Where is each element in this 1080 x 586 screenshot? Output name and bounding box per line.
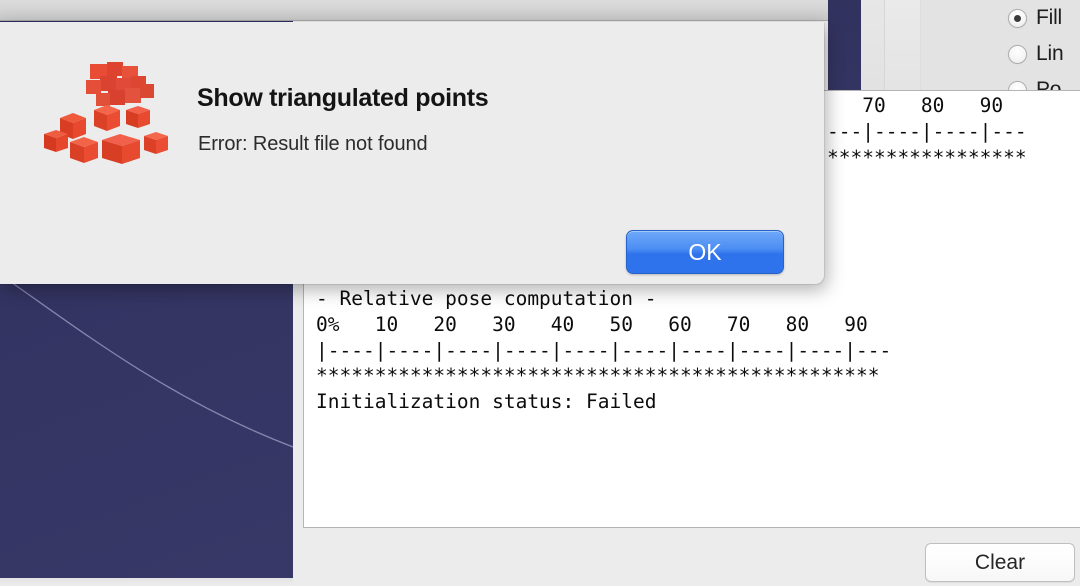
console-occluded-text: 70 80 90 ---|----|----|--- *************… — [827, 94, 1027, 169]
error-dialog: Show triangulated points Error: Result f… — [0, 22, 824, 284]
radio-option-fill-label: Fill — [1036, 6, 1063, 29]
red-cubes-point-cloud-icon — [44, 62, 168, 164]
radio-line-icon[interactable] — [1008, 44, 1027, 64]
radio-option-line-label: Lin — [1036, 42, 1064, 65]
radio-option-line[interactable]: Lin — [1008, 36, 1080, 72]
radio-fill-icon[interactable] — [1008, 8, 1027, 28]
screen: Fill Lin Po 70 80 90 ---|----|----|--- *… — [0, 0, 1080, 586]
dialog-message: Error: Result file not found — [198, 133, 428, 155]
viewport-right-strip — [828, 0, 861, 90]
side-panel-left-column — [861, 0, 885, 90]
clear-button[interactable]: Clear — [925, 543, 1075, 582]
dialog-heading: Show triangulated points — [197, 84, 489, 112]
radio-option-fill[interactable]: Fill — [1008, 0, 1080, 36]
sheet-titlebar — [0, 0, 828, 21]
ok-button[interactable]: OK — [626, 230, 784, 274]
console-output-text: - Relative pose computation - 0% 10 20 3… — [316, 287, 892, 414]
viewport-bottom-edge — [0, 578, 293, 586]
